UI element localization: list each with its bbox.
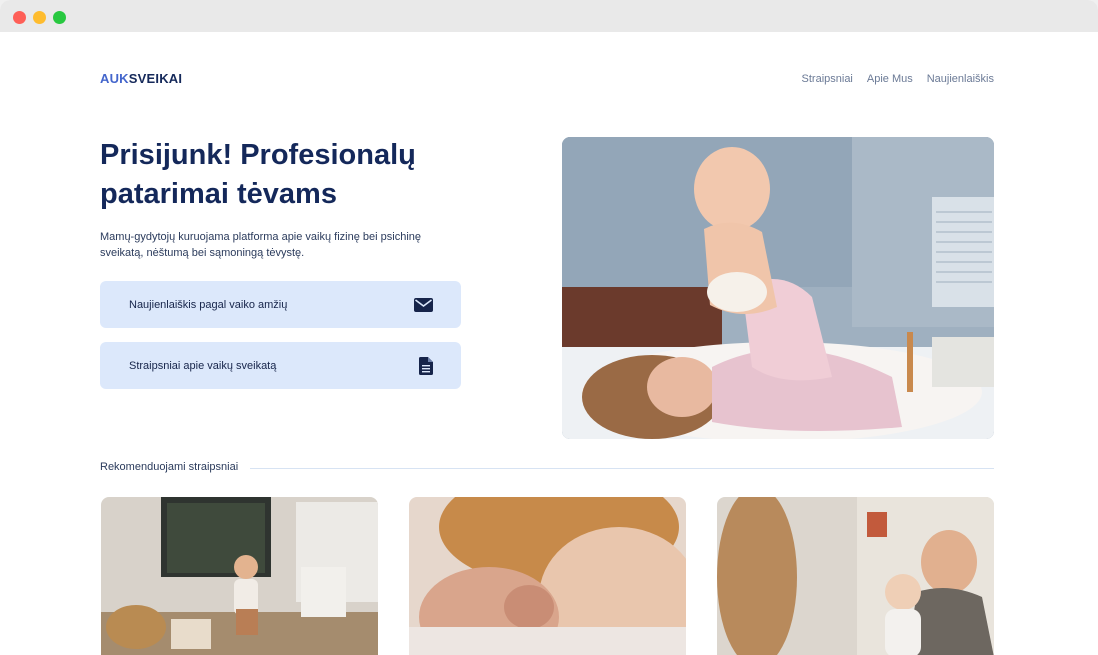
main-nav: Straipsniai Apie Mus Naujienlaiškis xyxy=(802,73,994,85)
window-titlebar xyxy=(0,0,1098,32)
article-card-2[interactable] xyxy=(409,497,686,655)
page-content: AUKSVEIKAI Straipsniai Apie Mus Naujienl… xyxy=(0,32,1098,655)
document-icon xyxy=(419,356,433,375)
recommended-section-label: Rekomenduojami straipsniai xyxy=(100,461,247,473)
hero-photo-mother-baby xyxy=(562,137,994,439)
newsletter-by-age-button[interactable]: Naujienlaiškis pagal vaiko amžių xyxy=(100,281,461,328)
close-window-button[interactable] xyxy=(13,11,26,24)
health-articles-button[interactable]: Straipsniai apie vaikų sveikatą xyxy=(100,342,461,389)
nav-link-straipsniai[interactable]: Straipsniai xyxy=(802,73,853,85)
section-divider xyxy=(250,468,994,469)
logo-part-1: AUK xyxy=(100,71,129,86)
envelope-icon xyxy=(414,297,433,312)
newsletter-by-age-label: Naujienlaiškis pagal vaiko amžių xyxy=(129,298,288,311)
hero-title: Prisijunk! Profesionalų patarimai tėvams xyxy=(100,139,416,210)
zoom-window-button[interactable] xyxy=(53,11,66,24)
nav-link-apie-mus[interactable]: Apie Mus xyxy=(867,73,913,85)
site-logo[interactable]: AUKSVEIKAI xyxy=(100,71,182,86)
article-photo-2 xyxy=(409,497,686,655)
logo-part-2: SVEIKAI xyxy=(128,71,183,86)
browser-window: AUKSVEIKAI Straipsniai Apie Mus Naujienl… xyxy=(0,0,1098,655)
article-photo-1 xyxy=(101,497,378,655)
article-photo-3 xyxy=(717,497,994,655)
minimize-window-button[interactable] xyxy=(33,11,46,24)
health-articles-label: Straipsniai apie vaikų sveikatą xyxy=(129,359,277,372)
hero-subtitle: Mamų-gydytojų kuruojama platforma apie v… xyxy=(100,231,421,259)
article-card-1[interactable] xyxy=(101,497,378,655)
article-card-3[interactable] xyxy=(717,497,994,655)
nav-link-naujienlaiskis[interactable]: Naujienlaiškis xyxy=(927,73,994,85)
